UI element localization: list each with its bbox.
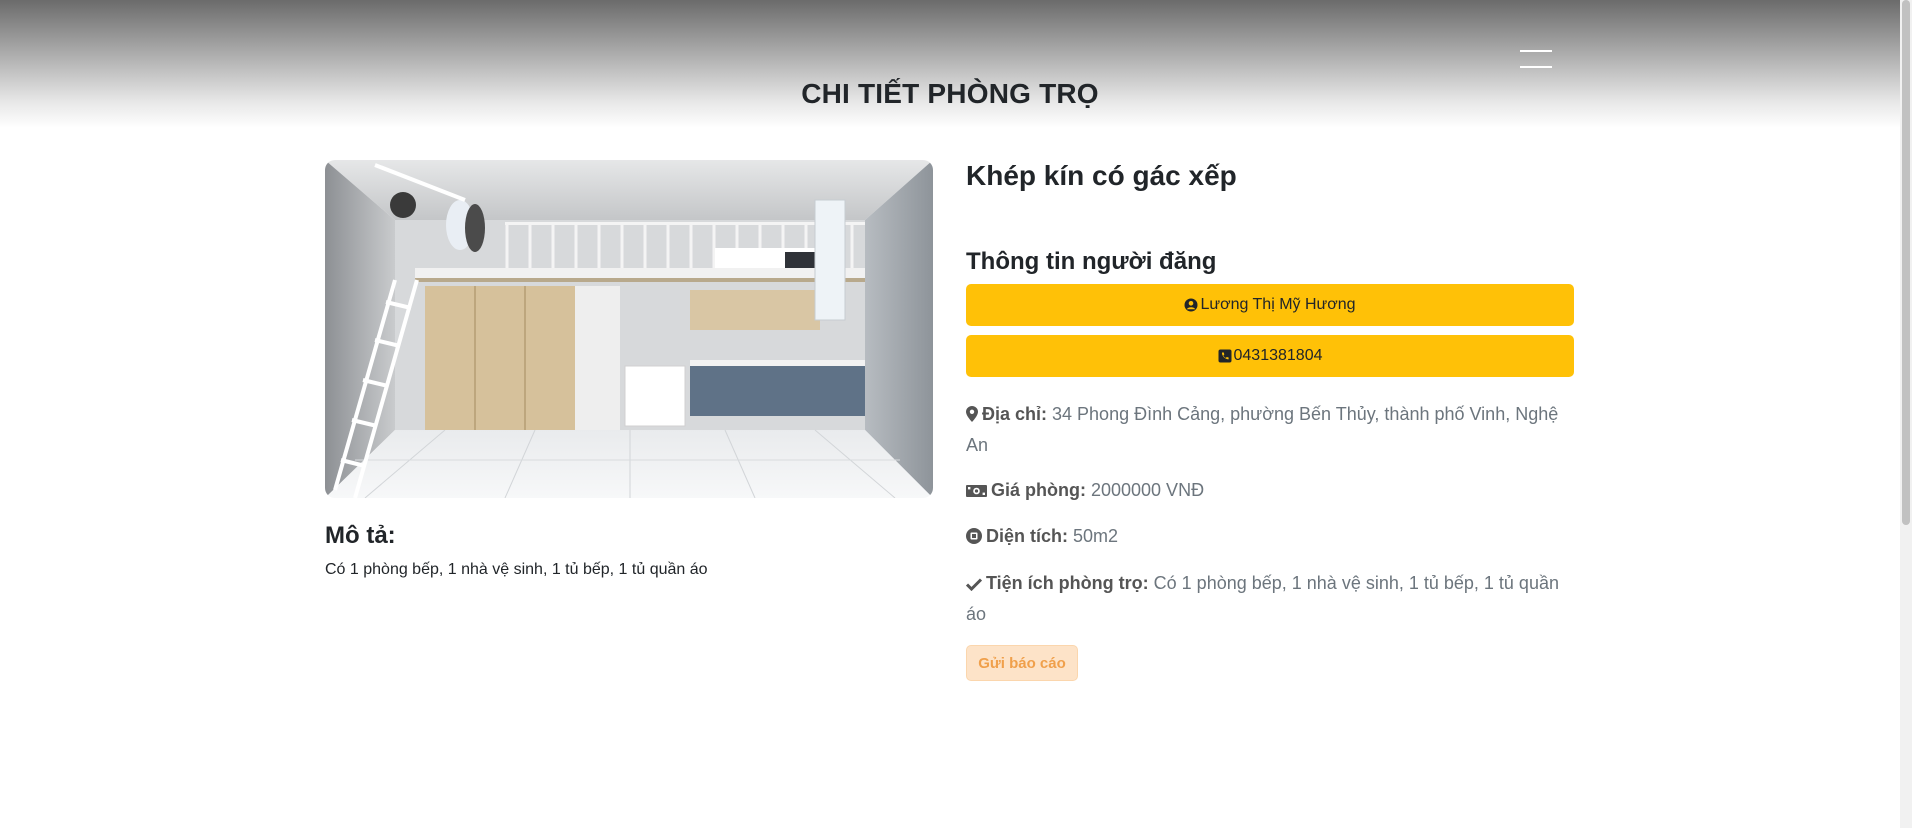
page-title: CHI TIẾT PHÒNG TRỌ	[801, 78, 1099, 109]
description-text: Có 1 phòng bếp, 1 nhà vệ sinh, 1 tủ bếp,…	[325, 561, 708, 578]
poster-phone-button[interactable]: 0431381804	[966, 335, 1574, 377]
map-marker-icon	[966, 402, 978, 431]
amenities-label: Tiện ích phòng trọ:	[986, 573, 1149, 593]
scrollbar-thumb[interactable]	[1902, 0, 1910, 525]
area-info: Diện tích: 50m2	[966, 522, 1574, 553]
poster-heading: Thông tin người đăng	[966, 248, 1217, 275]
price-label: Giá phòng:	[991, 480, 1086, 500]
poster-name-button[interactable]: Lương Thị Mỹ Hương	[966, 284, 1574, 326]
poster-name: Lương Thị Mỹ Hương	[1200, 296, 1356, 313]
area-label: Diện tích:	[986, 526, 1069, 546]
address-label: Địa chỉ:	[982, 404, 1048, 424]
hamburger-icon[interactable]	[1520, 48, 1552, 70]
check-icon	[965, 571, 983, 600]
room-photo	[325, 160, 933, 498]
phone-icon	[1218, 349, 1232, 363]
address-info: Địa chỉ: 34 Phong Đình Cảng, phường Bến …	[966, 400, 1574, 460]
price-value: 2000000 VNĐ	[1085, 480, 1205, 500]
description-heading: Mô tả:	[325, 522, 396, 549]
area-value: 50m2	[1068, 526, 1119, 546]
amenities-info: Tiện ích phòng trọ: Có 1 phòng bếp, 1 nh…	[965, 569, 1574, 629]
report-button[interactable]: Gửi báo cáo	[966, 645, 1078, 681]
user-circle-icon	[1184, 298, 1198, 312]
scrollbar[interactable]	[1900, 0, 1912, 828]
price-info: Giá phòng: 2000000 VNĐ	[966, 476, 1574, 507]
poster-phone: 0431381804	[1233, 347, 1323, 364]
money-bill-icon	[966, 478, 987, 507]
address-value: 34 Phong Đình Cảng, phường Bến Thủy, thà…	[966, 404, 1559, 455]
page-header: CHI TIẾT PHÒNG TRỌ	[0, 0, 1900, 128]
room-title: Khép kín có gác xếp	[966, 160, 1237, 191]
area-icon	[966, 524, 982, 553]
